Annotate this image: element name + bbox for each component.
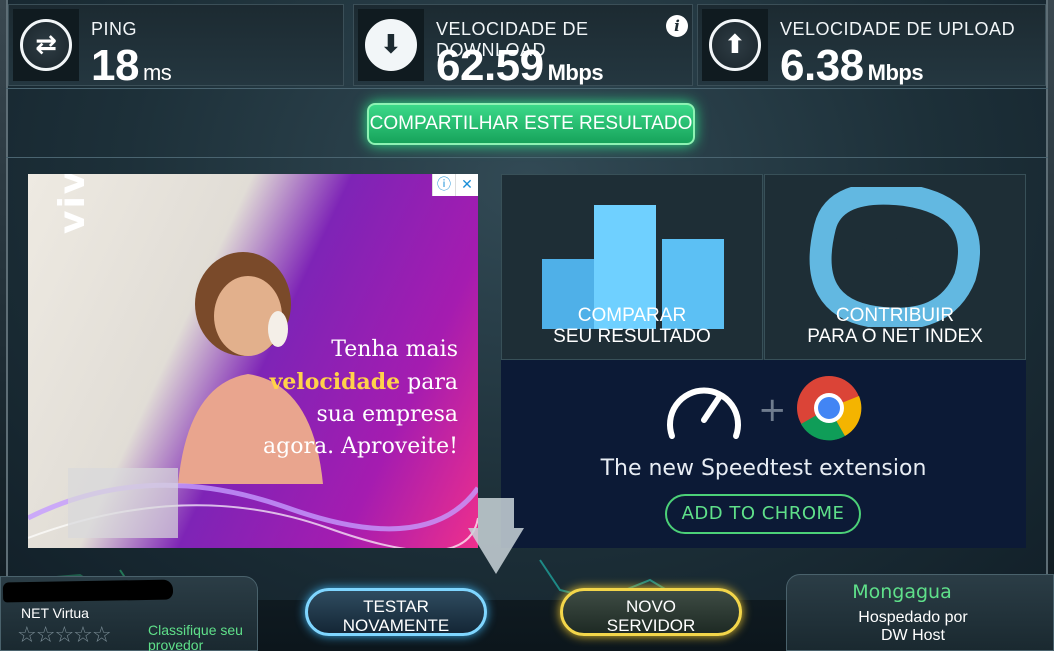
extension-promo: + The new Speedtest extension ADD TO CHR… <box>501 360 1026 548</box>
share-bar: COMPARTILHAR ESTE RESULTADO <box>6 88 1048 158</box>
ad-line-3: sua empresa <box>316 402 458 427</box>
upload-card: ⬆ VELOCIDADE DE UPLOAD 6.38 Mbps <box>697 4 1046 90</box>
advertisement[interactable]: vivo Tenha mais velocidade para sua empr… <box>28 174 478 548</box>
download-icon-box: ⬇ <box>358 9 424 81</box>
test-again-line-1: TESTAR <box>363 597 429 616</box>
ad-line-1: Tenha mais <box>331 337 458 362</box>
ping-unit: ms <box>142 60 172 85</box>
test-again-line-2: NOVAMENTE <box>342 616 450 635</box>
ad-brand-logo: vivo <box>52 174 93 234</box>
rating-stars[interactable]: ☆☆☆☆☆ <box>17 623 112 648</box>
ad-info-icon[interactable]: ⓘ <box>432 174 455 196</box>
isp-name: NET Virtua <box>21 605 89 621</box>
upload-value: 6.38 <box>780 41 864 90</box>
upload-value-row: 6.38 Mbps <box>780 41 924 91</box>
server-host-info: Hospedado por DW Host <box>787 609 1039 645</box>
compare-line-1: COMPARAR <box>577 305 687 326</box>
compare-results-tile[interactable]: COMPARAR SEU RESULTADO <box>501 174 763 360</box>
download-value-row: 62.59 Mbps <box>436 41 604 91</box>
new-server-line-2: SERVIDOR <box>606 616 696 635</box>
info-icon[interactable]: i <box>666 15 688 37</box>
ad-headline: Tenha mais velocidade para sua empresa a… <box>248 334 458 463</box>
redacted-ip <box>2 579 174 603</box>
upload-unit: Mbps <box>867 60 924 85</box>
contribute-caption: CONTRIBUIR PARA O NET INDEX <box>765 305 1025 347</box>
plus-icon: + <box>758 390 787 430</box>
hosted-by-label: Hospedado por <box>858 609 968 626</box>
upload-label: VELOCIDADE DE UPLOAD <box>780 19 1016 39</box>
host-name: DW Host <box>881 627 945 644</box>
ad-highlight: velocidade <box>269 369 401 395</box>
compare-caption: COMPARAR SEU RESULTADO <box>502 305 762 347</box>
upload-icon-box: ⬆ <box>702 9 768 81</box>
server-card: Mongagua Hospedado por DW Host <box>786 574 1054 651</box>
ad-line-4: agora. Aproveite! <box>263 434 458 459</box>
upload-arrow-icon: ⬆ <box>709 19 761 71</box>
ping-icon-box: ⇄ <box>13 9 79 81</box>
download-card: ⬇ VELOCIDADE DE DOWNLOAD i 62.59 Mbps <box>353 4 693 90</box>
ad-controls: ⓘ ✕ <box>432 174 478 196</box>
new-server-button[interactable]: NOVO SERVIDOR <box>560 588 742 636</box>
speedometer-icon <box>667 387 741 439</box>
chrome-icon <box>797 376 862 441</box>
ping-value: 18 <box>91 41 139 90</box>
ping-card: ⇄ PING 18 ms <box>8 4 344 90</box>
download-arrow-icon: ⬇ <box>365 19 417 71</box>
new-server-line-1: NOVO <box>625 597 677 616</box>
arrow-down-icon <box>468 498 524 574</box>
share-result-button[interactable]: COMPARTILHAR ESTE RESULTADO <box>367 103 695 145</box>
ad-close-icon[interactable]: ✕ <box>455 174 478 196</box>
ping-value-row: 18 ms <box>91 41 172 91</box>
ping-label: PING <box>91 19 138 39</box>
swap-arrows-icon: ⇄ <box>20 19 72 71</box>
net-index-tile[interactable]: CONTRIBUIR PARA O NET INDEX <box>764 174 1026 360</box>
extension-title: The new Speedtest extension <box>600 456 927 481</box>
add-to-chrome-button[interactable]: ADD TO CHROME <box>665 494 861 534</box>
ad-line-2-rest: para <box>400 370 458 395</box>
contribute-line-1: CONTRIBUIR <box>835 305 955 326</box>
compare-line-2: SEU RESULTADO <box>553 326 711 347</box>
contribute-line-2: PARA O NET INDEX <box>807 326 983 347</box>
isp-card: NET Virtua ☆☆☆☆☆ Classifique seu provedo… <box>0 576 258 651</box>
download-value: 62.59 <box>436 41 544 90</box>
ad-line-2: velocidade para <box>248 366 458 399</box>
download-unit: Mbps <box>547 60 604 85</box>
test-again-button[interactable]: TESTAR NOVAMENTE <box>305 588 487 636</box>
rate-provider-label[interactable]: Classifique seu provedor <box>148 623 258 651</box>
server-city: Mongagua <box>852 581 952 603</box>
